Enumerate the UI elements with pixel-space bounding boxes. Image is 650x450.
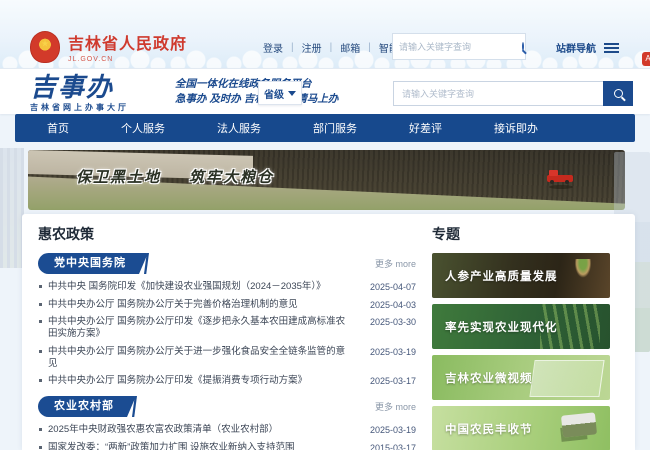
topic-card-harvest-festival[interactable]: 中国农民丰收节 bbox=[432, 406, 610, 450]
news-link[interactable]: 国家发改委：“两新”政策加力扩围 设施农业新纳入支持范围 bbox=[48, 442, 360, 450]
search-icon[interactable] bbox=[522, 42, 524, 51]
menu-icon bbox=[604, 41, 619, 55]
logo-subtitle: 吉林省网上办事大厅 bbox=[30, 102, 129, 113]
service-header: 吉事办 吉林省网上办事大厅 全国一体化在线政务服务平台 急事办 及时办 吉林人的… bbox=[0, 68, 650, 114]
national-emblem-icon bbox=[30, 31, 60, 63]
site-name[interactable]: 吉林省人民政府 bbox=[68, 30, 187, 54]
nav-personal-services[interactable]: 个人服务 bbox=[121, 120, 165, 136]
news-item[interactable]: 中共中央 国务院印发《加快建设农业强国规划（2024－2035年）》 2025-… bbox=[38, 281, 416, 293]
news-link[interactable]: 中共中央办公厅 国务院办公厅印发《提振消费专项行动方案》 bbox=[48, 375, 360, 387]
topic-card-ginseng[interactable]: 人参产业高质量发展 bbox=[432, 253, 610, 298]
policy-column: 惠农政策 党中央国务院 更多 more 中共中央 国务院印发《加快建设农业强国规… bbox=[38, 224, 416, 450]
news-list-ministry: 2025年中央财政强农惠农富农政策清单（农业农村部） 2025-03-19 国家… bbox=[38, 424, 416, 450]
chevron-down-icon bbox=[288, 91, 296, 96]
search-button[interactable] bbox=[603, 81, 633, 106]
news-date: 2025-03-17 bbox=[360, 375, 416, 387]
site-group-nav-label: 站群导航 bbox=[556, 40, 596, 55]
content-panel: 惠农政策 党中央国务院 更多 more 中共中央 国务院印发《加快建设农业强国规… bbox=[22, 214, 635, 450]
news-date: 2025-04-03 bbox=[360, 299, 416, 311]
nav-complaint-handling[interactable]: 接诉即办 bbox=[494, 120, 538, 136]
news-link[interactable]: 2025年中央财政强农惠农富农政策清单（农业农村部） bbox=[48, 424, 360, 436]
topic-card-label: 吉林农业微视频 bbox=[432, 370, 533, 386]
slogan-part1: 保卫黑土地 bbox=[76, 169, 161, 186]
bullet-icon bbox=[39, 428, 42, 431]
city-sketch-watermark bbox=[0, 148, 24, 268]
news-link[interactable]: 中共中央办公厅 国务院办公厅印发《逐步把永久基本农田建成高标准农田实施方案》 bbox=[48, 316, 360, 340]
more-link[interactable]: 更多 more bbox=[375, 400, 416, 413]
section-badge-ministry: 农业农村部 bbox=[38, 396, 136, 417]
bullet-icon bbox=[39, 350, 42, 353]
level-select-dropdown[interactable]: 省级 bbox=[258, 81, 302, 105]
news-date: 2025-03-30 bbox=[360, 316, 416, 328]
topics-column: 专题 人参产业高质量发展 率先实现农业现代化 吉林农业微视频 中国农民丰收节 bbox=[432, 224, 610, 450]
news-item[interactable]: 中共中央办公厅 国务院办公厅印发《逐步把永久基本农田建成高标准农田实施方案》 2… bbox=[38, 316, 416, 340]
top-search-input[interactable] bbox=[393, 42, 522, 52]
news-date: 2025-03-19 bbox=[360, 424, 416, 436]
tagline-line2: 急事办 及时办 吉林人的事情马上办 bbox=[175, 92, 338, 107]
service-search-input[interactable] bbox=[393, 81, 603, 106]
section-badge-central: 党中央国务院 bbox=[38, 253, 148, 274]
service-search bbox=[393, 81, 633, 106]
news-link[interactable]: 中共中央办公厅 国务院办公厅关于进一步强化食品安全全链条监管的意见 bbox=[48, 346, 360, 370]
section-header: 农业农村部 更多 more bbox=[38, 396, 416, 417]
news-date: 2015-03-17 bbox=[360, 442, 416, 450]
banner-slogan: 保卫黑土地 筑牢大粮仓 bbox=[76, 166, 274, 187]
bullet-icon bbox=[39, 303, 42, 306]
topic-card-agriculture-modernization[interactable]: 率先实现农业现代化 bbox=[432, 304, 610, 349]
tagline-line1: 全国一体化在线政务服务平台 bbox=[175, 77, 338, 92]
jishiban-logo[interactable]: 吉事办 吉林省网上办事大厅 bbox=[30, 73, 129, 113]
news-date: 2025-04-07 bbox=[360, 281, 416, 293]
policy-column-title: 惠农政策 bbox=[38, 224, 416, 244]
site-domain: JL.GOV.CN bbox=[68, 56, 187, 63]
login-link[interactable]: 登录 bbox=[255, 40, 291, 55]
topic-card-label: 率先实现农业现代化 bbox=[432, 319, 558, 335]
accessibility-label: A bbox=[645, 54, 650, 63]
nav-legal-entity-services[interactable]: 法人服务 bbox=[217, 120, 261, 136]
news-item[interactable]: 中共中央办公厅 国务院办公厅关于进一步强化食品安全全链条监管的意见 2025-0… bbox=[38, 346, 416, 370]
nav-department-services[interactable]: 部门服务 bbox=[313, 120, 357, 136]
search-icon bbox=[614, 89, 623, 98]
news-link[interactable]: 中共中央 国务院印发《加快建设农业强国规划（2024－2035年）》 bbox=[48, 281, 360, 293]
news-item[interactable]: 2025年中央财政强农惠农富农政策清单（农业农村部） 2025-03-19 bbox=[38, 424, 416, 436]
bullet-icon bbox=[39, 379, 42, 382]
logo-title[interactable]: 吉事办 bbox=[30, 73, 129, 101]
level-select-value: 省级 bbox=[264, 86, 284, 101]
topic-card-label: 人参产业高质量发展 bbox=[432, 268, 558, 284]
tractor-icon bbox=[547, 172, 573, 184]
news-date: 2025-03-19 bbox=[360, 346, 416, 358]
top-header: 吉林省人民政府 JL.GOV.CN 登录|注册|邮箱|智能问答 站群导航 A bbox=[0, 0, 650, 68]
nav-home[interactable]: 首页 bbox=[47, 120, 69, 136]
main-navigation: 首页 个人服务 法人服务 部门服务 好差评 接诉即办 bbox=[15, 114, 635, 142]
site-brand[interactable]: 吉林省人民政府 JL.GOV.CN bbox=[30, 30, 187, 63]
news-item[interactable]: 中共中央办公厅 国务院办公厅关于完善价格治理机制的意见 2025-04-03 bbox=[38, 299, 416, 311]
topic-card-label: 中国农民丰收节 bbox=[432, 421, 533, 437]
slogan-part2: 筑牢大粮仓 bbox=[189, 169, 274, 186]
black-soil-banner[interactable]: 保卫黑土地 筑牢大粮仓 bbox=[28, 150, 625, 210]
news-item[interactable]: 中共中央办公厅 国务院办公厅印发《提振消费专项行动方案》 2025-03-17 bbox=[38, 375, 416, 387]
news-list-central: 中共中央 国务院印发《加快建设农业强国规划（2024－2035年）》 2025-… bbox=[38, 281, 416, 387]
bullet-icon bbox=[39, 285, 42, 288]
topics-column-title: 专题 bbox=[432, 224, 610, 244]
platform-tagline: 全国一体化在线政务服务平台 急事办 及时办 吉林人的事情马上办 bbox=[175, 77, 338, 107]
page: { "colors": { "navy": "#1b4a8e", "brand_… bbox=[0, 0, 650, 450]
news-item[interactable]: 国家发改委：“两新”政策加力扩围 设施农业新纳入支持范围 2015-03-17 bbox=[38, 442, 416, 450]
more-link[interactable]: 更多 more bbox=[375, 257, 416, 270]
register-link[interactable]: 注册 bbox=[294, 40, 330, 55]
site-group-nav-button[interactable]: 站群导航 bbox=[556, 40, 619, 55]
bullet-icon bbox=[39, 446, 42, 449]
nav-rating[interactable]: 好差评 bbox=[409, 120, 442, 136]
bullet-icon bbox=[39, 320, 42, 323]
accessibility-widget[interactable]: A bbox=[642, 52, 650, 66]
news-link[interactable]: 中共中央办公厅 国务院办公厅关于完善价格治理机制的意见 bbox=[48, 299, 360, 311]
topic-card-micro-video[interactable]: 吉林农业微视频 bbox=[432, 355, 610, 400]
mail-link[interactable]: 邮箱 bbox=[332, 40, 368, 55]
top-search bbox=[392, 33, 526, 60]
section-header: 党中央国务院 更多 more bbox=[38, 253, 416, 274]
